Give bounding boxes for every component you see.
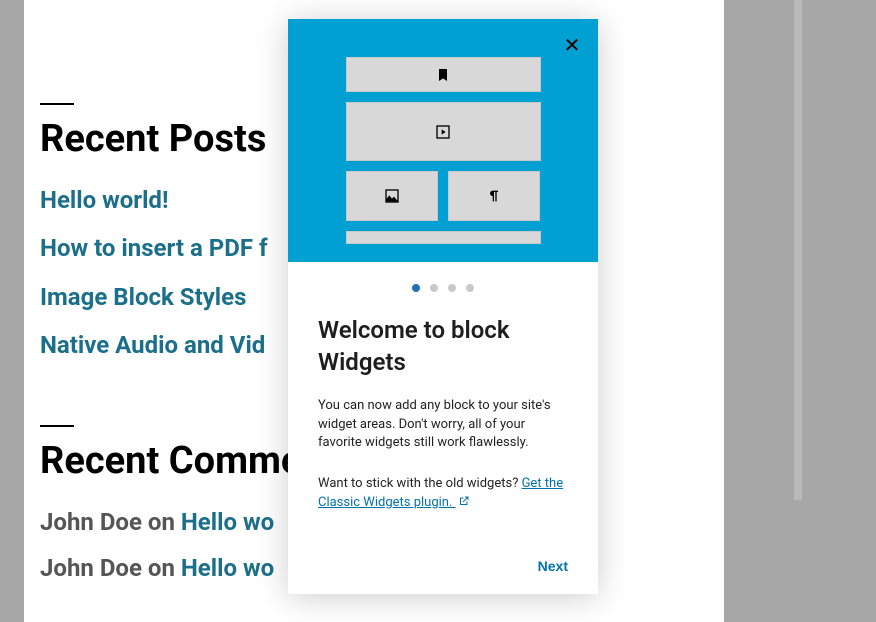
pagination-dot[interactable]: [448, 284, 456, 292]
comment-author: John Doe: [40, 508, 142, 536]
modal-paragraph: You can now add any block to your site's…: [318, 397, 568, 454]
comment-post-link[interactable]: Hello wo: [181, 554, 274, 582]
external-link-icon: [458, 495, 470, 507]
comment-author: John Doe: [40, 554, 142, 582]
pagination-dot[interactable]: [466, 284, 474, 292]
section-divider: [40, 425, 74, 427]
pagination-dot[interactable]: [430, 284, 438, 292]
welcome-modal: ✕ Welcome to block Widgets: [288, 19, 598, 594]
modal-text-prefix: Want to stick with the old widgets?: [318, 476, 522, 491]
bookmark-icon: [435, 67, 451, 83]
pagination-dot[interactable]: [412, 284, 420, 292]
comment-on-text: on: [148, 508, 175, 536]
pilcrow-icon: [486, 188, 502, 204]
modal-body: Welcome to block Widgets You can now add…: [288, 306, 598, 558]
image-icon: [384, 188, 400, 204]
illustration-image-block: [346, 171, 438, 221]
illustration-paragraph-block: [448, 171, 540, 221]
illustration-cutoff-block: [346, 231, 541, 244]
comment-post-link[interactable]: Hello wo: [181, 508, 274, 536]
section-divider: [40, 103, 74, 105]
illustration-bookmark-block: [346, 57, 541, 92]
next-button[interactable]: Next: [538, 558, 568, 574]
modal-title: Welcome to block Widgets: [318, 314, 568, 379]
scrollbar[interactable]: [794, 0, 802, 500]
modal-header-illustration: ✕: [288, 19, 598, 262]
pagination-dots: [288, 262, 598, 306]
illustration-blocks: [346, 37, 541, 244]
close-icon[interactable]: ✕: [560, 33, 584, 57]
modal-footer: Next: [288, 558, 598, 594]
play-icon: [435, 124, 451, 140]
comment-on-text: on: [148, 554, 175, 582]
modal-paragraph: Want to stick with the old widgets? Get …: [318, 475, 568, 513]
illustration-video-block: [346, 102, 541, 161]
